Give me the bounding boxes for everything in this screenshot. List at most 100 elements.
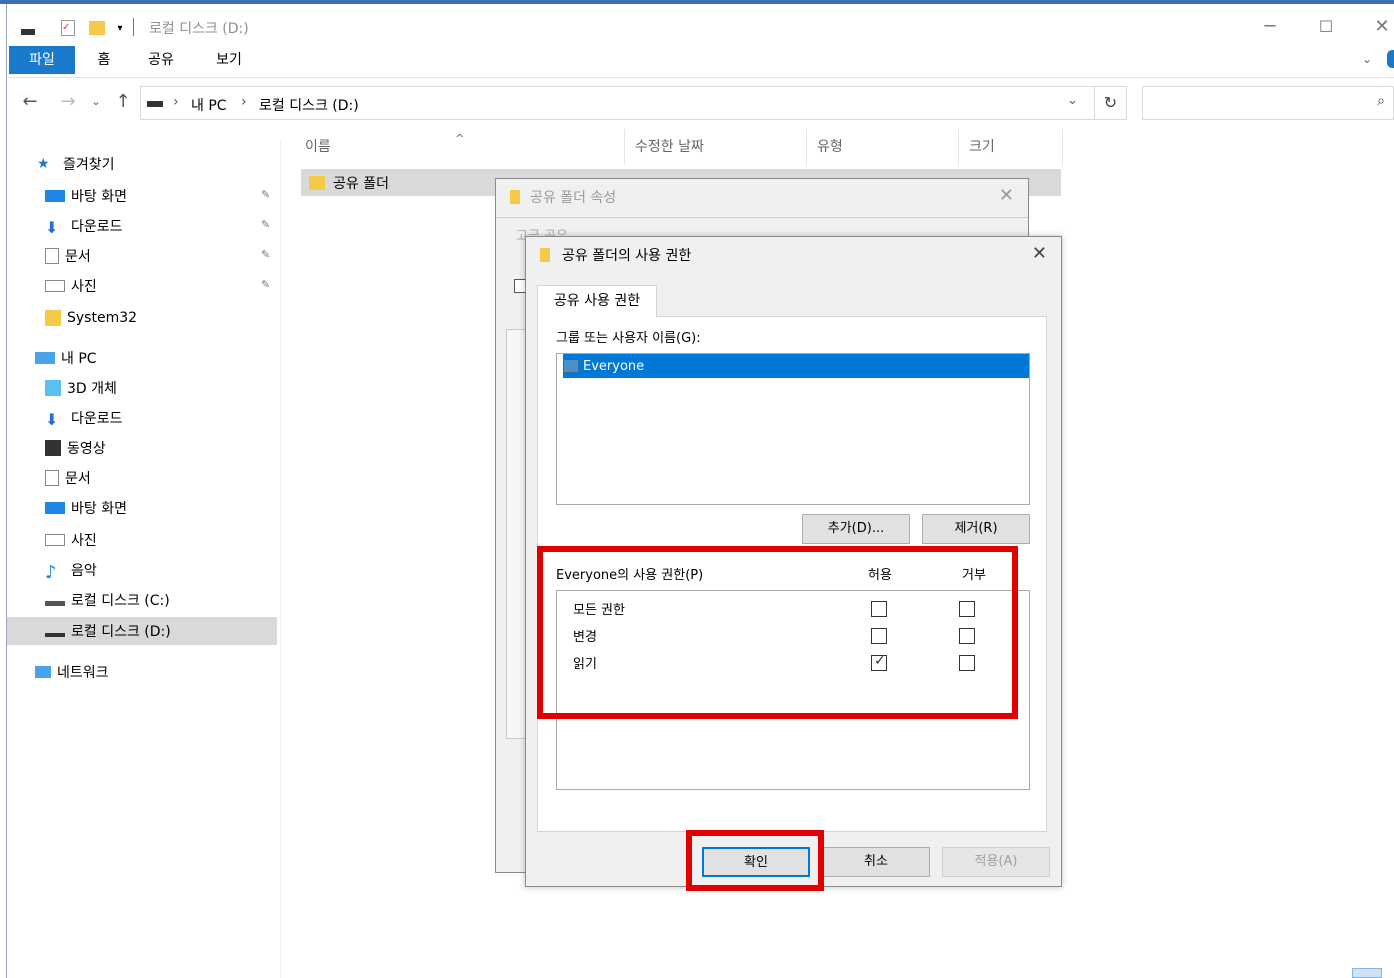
nav-label: 동영상 — [67, 441, 106, 457]
dialog-title-text: 공유 폴더의 사용 권한 — [562, 248, 692, 264]
close-icon[interactable]: ✕ — [999, 185, 1014, 206]
list-item-everyone[interactable]: Everyone — [563, 354, 1029, 378]
pin-icon[interactable]: ✎ — [261, 188, 271, 202]
minimize-button[interactable]: ─ — [1250, 14, 1290, 40]
document-icon — [45, 470, 59, 486]
pin-icon[interactable]: ✎ — [261, 248, 271, 262]
folder-icon — [45, 310, 61, 326]
tab-home[interactable]: 홈 — [89, 46, 119, 74]
nav-label: 다운로드 — [71, 219, 123, 235]
back-icon[interactable]: ← — [17, 90, 43, 114]
pin-icon[interactable]: ✎ — [261, 218, 271, 232]
folder-icon — [510, 190, 520, 204]
panel-edge — [506, 329, 526, 739]
title-divider — [133, 18, 134, 36]
add-button[interactable]: 추가(D)... — [802, 514, 910, 544]
up-icon[interactable]: ↑ — [111, 90, 135, 114]
nav-label: 즐겨찾기 — [63, 157, 115, 173]
nav-label: 사진 — [71, 279, 97, 295]
nav-item-pc-documents[interactable]: 문서 — [7, 464, 277, 492]
breadcrumb-this-pc[interactable]: 내 PC — [191, 95, 227, 115]
maximize-button[interactable]: ☐ — [1306, 14, 1346, 40]
nav-label: 사진 — [71, 533, 97, 549]
nav-item-documents[interactable]: 문서 ✎ — [7, 242, 277, 270]
tab-share[interactable]: 공유 — [141, 46, 181, 74]
search-icon: ⌕ — [1377, 93, 1385, 109]
music-icon: ♪ — [45, 562, 57, 583]
remove-button[interactable]: 제거(R) — [922, 514, 1030, 544]
pin-icon[interactable]: ✎ — [261, 278, 271, 292]
nav-item-drive-c[interactable]: 로컬 디스크 (C:) — [7, 586, 277, 614]
expand-ribbon-icon[interactable]: ⌄ — [1362, 52, 1372, 66]
desktop-icon — [45, 190, 65, 202]
nav-item-pc-pictures[interactable]: 사진 — [7, 526, 277, 554]
sort-ascending-icon: ^ — [455, 132, 465, 145]
computer-icon — [35, 352, 55, 364]
nav-label: 바탕 화면 — [71, 189, 127, 205]
nav-item-system32[interactable]: System32 — [7, 304, 277, 332]
close-icon[interactable]: ✕ — [1032, 243, 1047, 264]
drive-icon — [147, 101, 163, 107]
column-header-size[interactable]: 크기 — [959, 129, 1063, 165]
navigation-pane: ★ 즐겨찾기 바탕 화면 ✎ ⬇ 다운로드 ✎ 문서 ✎ 사진 ✎ System… — [7, 140, 281, 978]
close-button[interactable]: ✕ — [1362, 14, 1394, 40]
nav-item-music[interactable]: ♪ 음악 — [7, 556, 277, 584]
nav-label: 네트워크 — [57, 665, 109, 681]
folder-icon — [309, 175, 325, 190]
cancel-button[interactable]: 취소 — [822, 847, 930, 877]
nav-this-pc[interactable]: 내 PC — [7, 344, 277, 372]
nav-label: 로컬 디스크 (D:) — [71, 624, 171, 640]
document-icon — [45, 248, 59, 264]
address-dropdown-icon[interactable]: ⌄ — [1067, 93, 1078, 108]
apply-button[interactable]: 적용(A) — [942, 847, 1050, 877]
download-icon: ⬇ — [45, 410, 59, 429]
tab-share-permissions[interactable]: 공유 사용 권한 — [537, 285, 657, 317]
recent-locations-icon[interactable]: ⌄ — [89, 90, 103, 114]
address-bar[interactable]: › 내 PC › 로컬 디스크 (D:) ⌄ — [140, 86, 1095, 120]
title-bar: ✓ ▾ 로컬 디스크 (D:) ─ ☐ ✕ — [7, 4, 1394, 44]
nav-item-desktop[interactable]: 바탕 화면 ✎ — [7, 182, 277, 210]
nav-item-3d-objects[interactable]: 3D 개체 — [7, 374, 277, 402]
dialog-title-text: 공유 폴더 속성 — [530, 190, 617, 206]
group-label: 그룹 또는 사용자 이름(G): — [556, 331, 701, 346]
divider — [496, 217, 1028, 218]
column-header-type[interactable]: 유형 — [807, 129, 959, 165]
column-header-name[interactable]: 이름 ^ — [295, 129, 625, 165]
help-icon[interactable] — [1387, 50, 1394, 68]
dialog-title: 공유 폴더의 사용 권한 — [540, 245, 691, 265]
nav-label: 3D 개체 — [67, 381, 117, 397]
breadcrumb-separator: › — [241, 94, 247, 110]
star-icon: ★ — [37, 156, 50, 172]
user-name: Everyone — [583, 358, 645, 374]
user-list[interactable]: Everyone — [556, 353, 1030, 505]
breadcrumb-separator: › — [173, 94, 179, 110]
nav-label: 내 PC — [61, 351, 97, 367]
nav-quick-access[interactable]: ★ 즐겨찾기 — [7, 150, 277, 178]
tab-view[interactable]: 보기 — [209, 46, 249, 74]
customize-quick-access-icon[interactable]: ▾ — [113, 18, 127, 38]
nav-item-pictures[interactable]: 사진 ✎ — [7, 272, 277, 300]
tab-file[interactable]: 파일 — [9, 46, 75, 74]
permissions-highlight-box — [537, 546, 1018, 719]
nav-label: 음악 — [71, 563, 97, 579]
nav-item-downloads[interactable]: ⬇ 다운로드 ✎ — [7, 212, 277, 240]
video-icon — [45, 440, 61, 456]
column-header-date[interactable]: 수정한 날짜 — [625, 129, 807, 165]
nav-item-drive-d[interactable]: 로컬 디스크 (D:) — [7, 617, 277, 645]
search-input[interactable]: ⌕ — [1142, 86, 1394, 120]
desktop-icon — [45, 502, 65, 514]
nav-item-pc-downloads[interactable]: ⬇ 다운로드 — [7, 404, 277, 432]
breadcrumb-drive-d[interactable]: 로컬 디스크 (D:) — [259, 95, 359, 115]
cube-icon — [45, 380, 61, 396]
details-view-icon[interactable] — [1352, 968, 1382, 978]
ribbon: 파일 홈 공유 보기 ⌄ — [7, 44, 1394, 78]
drive-icon — [19, 18, 37, 38]
properties-icon[interactable]: ✓ — [59, 18, 77, 38]
forward-icon[interactable]: → — [55, 90, 81, 114]
window-title: 로컬 디스크 (D:) — [149, 21, 249, 37]
nav-network[interactable]: 네트워크 — [7, 658, 277, 686]
nav-item-pc-desktop[interactable]: 바탕 화면 — [7, 494, 277, 522]
new-folder-icon[interactable] — [87, 18, 107, 38]
refresh-icon[interactable]: ↻ — [1095, 86, 1127, 120]
nav-item-videos[interactable]: 동영상 — [7, 434, 277, 462]
